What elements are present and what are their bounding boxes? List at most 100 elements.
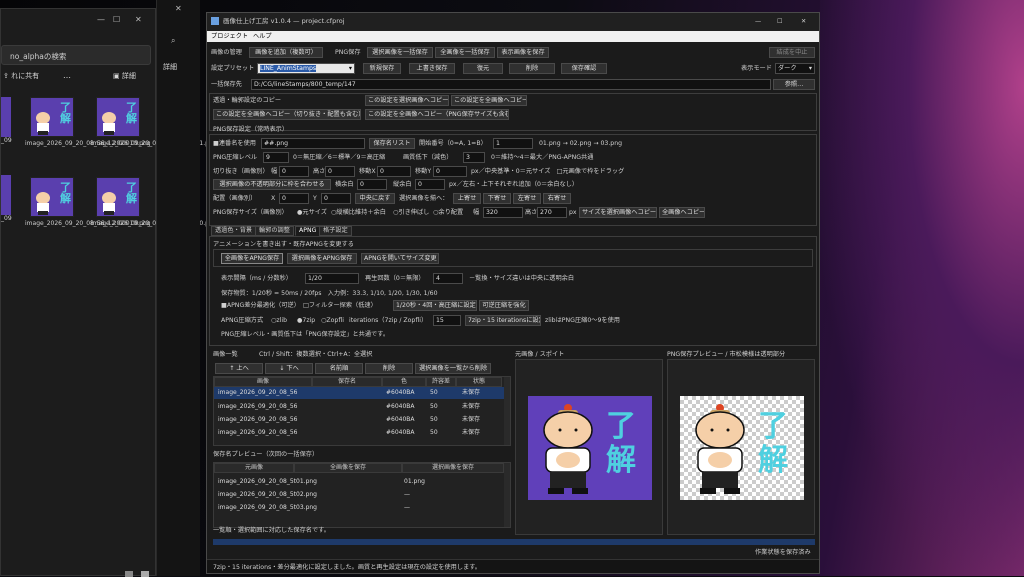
- maximize-icon[interactable]: ☐: [113, 15, 120, 24]
- more-button[interactable]: …: [63, 71, 71, 80]
- move-x-input[interactable]: 0: [377, 166, 411, 177]
- comp-input[interactable]: 9: [263, 152, 289, 163]
- col-save-all[interactable]: 全画像を保存: [294, 463, 402, 473]
- save-shown-button[interactable]: 表示画像を保存: [497, 47, 549, 58]
- preset-restore-button[interactable]: 復元: [463, 63, 503, 74]
- method-zopfli-radio[interactable]: ○Zopfli: [321, 316, 344, 325]
- search-input[interactable]: no_alphaの検索: [1, 45, 151, 65]
- copy-all-crop-button[interactable]: この設定を全画像へコピー（切り抜き・配置も含む）: [213, 109, 361, 120]
- table-row[interactable]: image_2026_09_20_08_5t03.png —: [214, 502, 504, 514]
- col-tolerance[interactable]: 許容差: [426, 377, 456, 387]
- crop-w-input[interactable]: 0: [279, 166, 309, 177]
- copy-all-png-button[interactable]: この設定を全画像へコピー（PNG保存サイズも含む）: [365, 109, 509, 120]
- details-button[interactable]: 詳細: [163, 62, 177, 72]
- close-icon[interactable]: ✕: [175, 4, 182, 13]
- preset-check-button[interactable]: 保存確認: [561, 63, 607, 74]
- png-preview-image[interactable]: 了 解: [680, 396, 804, 500]
- copy-to-all-button[interactable]: この設定を全画像へコピー: [451, 95, 527, 106]
- stop-button[interactable]: 結成を中止: [769, 47, 815, 58]
- menu-project[interactable]: プロジェクト: [211, 32, 248, 41]
- save-selected-button[interactable]: 選択画像を一括保存: [367, 47, 433, 58]
- size-w-input[interactable]: 320: [483, 207, 523, 218]
- preset-new-button[interactable]: 新規保存: [363, 63, 401, 74]
- sort-name-button[interactable]: 名前順: [315, 363, 363, 374]
- iter-preset-button[interactable]: 7zip・15 iterationsに設定: [465, 315, 541, 326]
- vmargin-input[interactable]: 0: [415, 179, 445, 190]
- serial-checkbox[interactable]: ■連番名を使用: [213, 139, 256, 148]
- center-button[interactable]: 中央に戻す: [355, 193, 395, 204]
- preset-delete-button[interactable]: 削除: [509, 63, 555, 74]
- serial-input[interactable]: ##.png: [261, 138, 365, 149]
- size-fixed-radio[interactable]: ○余り配置: [433, 208, 463, 217]
- col-save-name[interactable]: 保存名: [312, 377, 382, 387]
- method-zlib-radio[interactable]: ○zlib: [271, 316, 287, 325]
- minimize-icon[interactable]: —: [97, 15, 105, 24]
- view-icon[interactable]: [125, 571, 133, 577]
- table-row[interactable]: image_2026_09_20_08_56 #6040BA 50 未保存: [214, 387, 504, 399]
- scrollbar[interactable]: [504, 463, 510, 527]
- move-up-button[interactable]: ↑ 上へ: [215, 363, 263, 374]
- table-row[interactable]: image_2026_09_20_08_5t02.png —: [214, 489, 504, 501]
- move-y-input[interactable]: 0: [433, 166, 467, 177]
- place-y-input[interactable]: 0: [321, 193, 351, 204]
- apng-save-all-button[interactable]: 全画像をAPNG保存: [221, 253, 283, 264]
- share-button[interactable]: ⇪ れに共有: [3, 71, 39, 81]
- move-down-button[interactable]: ↓ 下へ: [265, 363, 313, 374]
- size-orig-radio[interactable]: ●元サイズ: [297, 208, 327, 217]
- loop-input[interactable]: 4: [433, 273, 463, 284]
- size-stretch-radio[interactable]: ○引き伸ばし: [393, 208, 429, 217]
- browse-button[interactable]: 参照…: [773, 79, 815, 90]
- align-right-button[interactable]: 右寄せ: [543, 193, 571, 204]
- save-all-button[interactable]: 全画像を一括保存: [435, 47, 495, 58]
- apng-open-button[interactable]: APNGを開いてサイズ変更: [361, 253, 439, 264]
- col-image[interactable]: 画像: [214, 377, 312, 387]
- apng-preset-button[interactable]: 1/20秒・4回・高圧縮に設定: [393, 300, 477, 311]
- col-state[interactable]: 状態: [456, 377, 502, 387]
- remove-selected-button[interactable]: 選択画像を一覧から削除: [415, 363, 491, 374]
- table-row[interactable]: image_2026_09_20_08_56 #6040BA 50 未保存: [214, 401, 504, 413]
- apng-save-selected-button[interactable]: 選択画像をAPNG保存: [287, 253, 357, 264]
- thumbnail-item[interactable]: 了 解 image_2026_09_20_08_56_12_00011.png: [91, 97, 217, 177]
- thumbnail-item[interactable]: 了 解 image_2026_09_20_08_56_12_00020.png: [91, 177, 217, 257]
- fit-frame-button[interactable]: 選択画像の不透明部分に枠を合わせる: [213, 179, 331, 190]
- table-row[interactable]: image_2026_09_20_08_56 #6040BA 50 未保存: [214, 414, 504, 426]
- align-top-button[interactable]: 上寄せ: [453, 193, 481, 204]
- search-icon[interactable]: ⌕: [171, 36, 175, 46]
- thumbnail-item[interactable]: 了 解 image_2026_09_20_08_56_12_00010.png: [25, 97, 151, 177]
- remove-button[interactable]: 削除: [365, 363, 413, 374]
- add-images-button[interactable]: 画像を追加（複数可）: [249, 47, 323, 58]
- lossless-button[interactable]: 可逆圧縮を強化: [479, 300, 529, 311]
- table-row[interactable]: image_2026_09_20_08_56 #6040BA 50 未保存: [214, 427, 504, 439]
- col-source[interactable]: 元画像: [214, 463, 294, 473]
- size-to-all-button[interactable]: 全画像へコピー: [659, 207, 705, 218]
- interval-input[interactable]: 1/20: [305, 273, 359, 284]
- method-7zip-radio[interactable]: ●7zip: [297, 316, 315, 325]
- details-button[interactable]: ▣ 詳細: [113, 71, 136, 81]
- apng-options[interactable]: ■APNG差分最適化（可逆） □フィルター探索（低速）: [221, 301, 377, 310]
- thumbnail-item[interactable]: 了 解 image_2026_09_20_08_56_12_00019.png: [25, 177, 151, 257]
- size-fit-radio[interactable]: ○縦横比維持＋余白: [331, 208, 386, 217]
- close-button[interactable]: ✕: [801, 17, 806, 26]
- reduce-input[interactable]: 3: [463, 152, 485, 163]
- iter-input[interactable]: 15: [433, 315, 461, 326]
- close-icon[interactable]: ✕: [135, 15, 142, 24]
- display-mode-select[interactable]: ダーク ▾: [775, 63, 815, 74]
- tab-grid[interactable]: 格子設定: [319, 226, 352, 236]
- menu-help[interactable]: ヘルプ: [253, 32, 272, 41]
- col-color[interactable]: 色: [382, 377, 426, 387]
- save-list-button[interactable]: 保存名リスト: [369, 138, 415, 149]
- size-h-input[interactable]: 270: [537, 207, 567, 218]
- crop-h-input[interactable]: 0: [325, 166, 355, 177]
- col-save-selected[interactable]: 選択画像を保存: [402, 463, 504, 473]
- size-to-selected-button[interactable]: サイズを選択画像へコピー: [579, 207, 657, 218]
- tab-apng[interactable]: APNG: [295, 226, 321, 236]
- place-x-input[interactable]: 0: [279, 193, 309, 204]
- dest-input[interactable]: D:/CG/lineStamps/800_temp/147: [251, 79, 771, 90]
- orig-preview-image[interactable]: 了 解: [528, 396, 652, 500]
- preset-select[interactable]: LINE_AnimStamps ▾: [257, 63, 355, 74]
- table-row[interactable]: image_2026_09_20_08_5t01.png 01.png: [214, 476, 504, 488]
- align-bottom-button[interactable]: 下寄せ: [483, 193, 511, 204]
- tab-outline[interactable]: 輪郭の調整: [255, 226, 294, 236]
- preset-overwrite-button[interactable]: 上書き保存: [409, 63, 455, 74]
- scrollbar[interactable]: [504, 377, 510, 445]
